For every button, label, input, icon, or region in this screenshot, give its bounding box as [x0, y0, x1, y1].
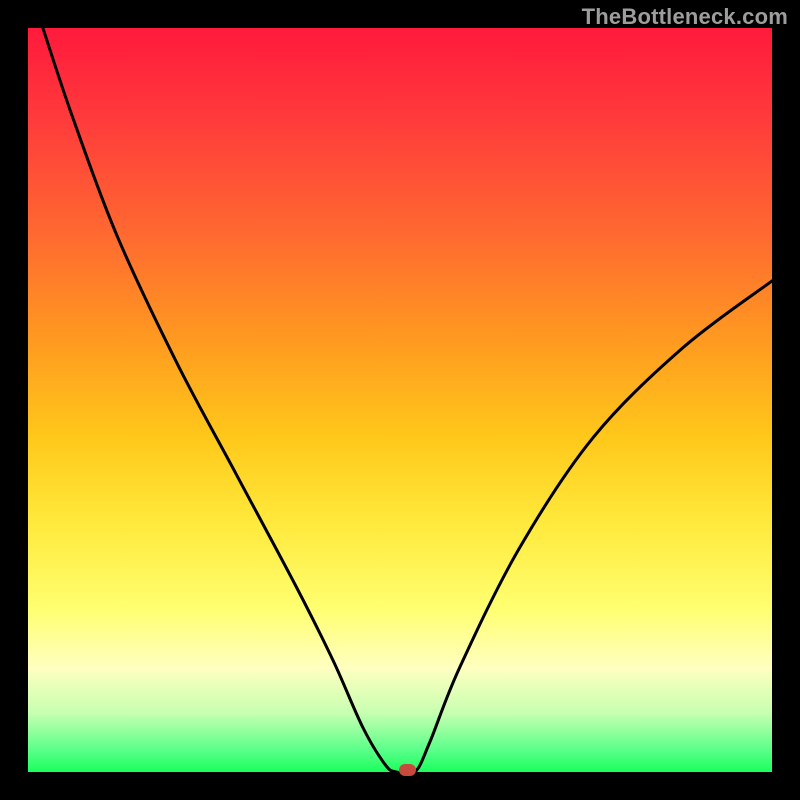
plot-area	[28, 28, 772, 772]
attribution-text: TheBottleneck.com	[582, 4, 788, 30]
curve-path	[43, 28, 772, 775]
chart-frame: TheBottleneck.com	[0, 0, 800, 800]
optimal-marker	[399, 764, 416, 776]
bottleneck-curve	[28, 28, 772, 772]
